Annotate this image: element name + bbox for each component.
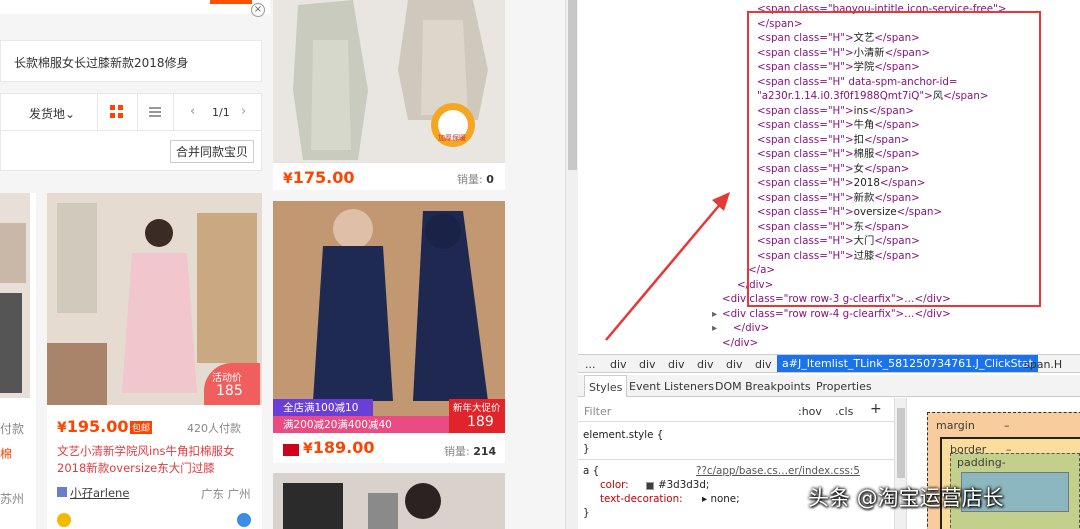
dom-node-span-h[interactable]: <span class="H">扣</span>	[757, 133, 909, 148]
dom-node-span-h[interactable]: <span class="H" data-spm-anchor-id=	[757, 75, 958, 90]
page-number: 1/1	[212, 106, 230, 119]
dom-node-span-h[interactable]: <span class="H">女</span>	[757, 162, 909, 177]
dom-node-close-div[interactable]: </div>	[722, 336, 758, 351]
prop-color[interactable]: color:	[600, 478, 629, 493]
product-card[interactable]: 活动价 185 ¥195.00 包邮 420人付款 文艺小清新学院风ins牛角扣…	[47, 193, 262, 529]
breadcrumb-active[interactable]: a#J_Itemlist_TLink_581250734761.J_ClickS…	[777, 355, 1038, 372]
newyear-price-badge: 新年大促价 189	[449, 399, 505, 433]
prev-page-icon[interactable]: ‹	[190, 104, 195, 119]
search-bar-strip	[0, 0, 270, 14]
product-image[interactable]: 加厚保暖	[273, 0, 505, 163]
element-style-rule[interactable]: element.style {	[583, 428, 663, 443]
promo-banner-2: 满200减20满400减40	[273, 416, 449, 433]
breadcrumb-item[interactable]: div	[726, 358, 743, 371]
product-image[interactable]: 全店满100减10 满200减20满400减40 新年大促价 189	[273, 201, 505, 433]
list-view-icon[interactable]	[149, 107, 161, 117]
shop-name[interactable]: 小孖arlene	[70, 485, 129, 501]
promo-banner-1: 全店满100减10	[273, 399, 373, 416]
page-scrollbar[interactable]	[565, 0, 578, 529]
dom-node-span-h[interactable]: <span class="H">新款</span>	[757, 191, 920, 206]
breadcrumb-item[interactable]: div	[639, 358, 656, 371]
merge-same-button[interactable]: 合并同款宝贝	[170, 140, 255, 163]
cls-toggle[interactable]: .cls	[835, 405, 853, 418]
tmall-icon	[283, 444, 299, 456]
dom-node-span-h[interactable]: <span class="H">oversize</span>	[757, 205, 942, 220]
warm-badge: 加厚保暖	[438, 134, 466, 142]
expand-toggle-icon[interactable]: ▸	[712, 307, 717, 322]
dom-node-row3[interactable]: <div class="row row-3 g-clearfix">…</div…	[722, 292, 951, 307]
product-title[interactable]: 文艺小清新学院风ins牛角扣棉服女2018新款oversize东大门过膝	[57, 443, 257, 477]
free-shipping-tag: 包邮	[130, 421, 153, 434]
close-icon[interactable]: ×	[251, 3, 265, 17]
styles-tabs: Styles Event Listeners DOM Breakpoints P…	[578, 375, 1080, 397]
origin-filter[interactable]: 发货地⌄	[29, 105, 75, 122]
dom-node-close-div[interactable]: </div>	[737, 278, 773, 293]
dom-node-span-h[interactable]: "a230r.1.14.i0.3f0f1988Qmt7iQ">风</span>	[757, 89, 989, 104]
merge-row: 合并同款宝贝	[0, 131, 262, 171]
tab-dom-breakpoints[interactable]: DOM Breakpoints	[715, 380, 811, 393]
dom-node-span-h[interactable]: <span class="H">牛角</span>	[757, 118, 920, 133]
wangwang-icon[interactable]	[237, 513, 251, 527]
sales-count: 销量: 214	[444, 445, 497, 458]
medal-icon	[57, 513, 71, 527]
dom-node-row4[interactable]: <div class="row row-4 g-clearfix">…</div…	[722, 307, 951, 322]
search-query[interactable]: 长款棉服女长过膝新款2018修身	[0, 40, 262, 82]
next-page-icon[interactable]: ›	[241, 104, 246, 119]
dom-node-span-h[interactable]: <span class="H">小清新</span>	[757, 46, 930, 61]
color-swatch[interactable]	[646, 482, 654, 490]
breadcrumb-item[interactable]: div	[697, 358, 714, 371]
promo-badge: 活动价 185	[204, 363, 260, 405]
product-price: ¥189.00	[303, 438, 375, 457]
breadcrumb-item[interactable]: div	[668, 358, 685, 371]
dom-node-span-h[interactable]: <span class="H">过膝</span>	[757, 249, 920, 264]
filter-bar: 发货地⌄ ‹ 1/1 ›	[0, 93, 262, 131]
add-rule-icon[interactable]: +	[870, 401, 882, 417]
filter-input[interactable]: Filter	[584, 405, 611, 418]
rule-selector[interactable]: a {	[583, 464, 599, 479]
breadcrumb-item[interactable]: span.H	[1024, 358, 1062, 371]
product-card[interactable]: 全店满100减10 满200减20满400减40 新年大促价 189 ¥189.…	[273, 201, 505, 463]
product-image[interactable]	[0, 193, 30, 398]
tab-properties[interactable]: Properties	[816, 380, 872, 393]
search-button[interactable]	[210, 0, 252, 4]
filter-row: Filter :hov .cls +	[578, 398, 894, 422]
val-decoration[interactable]: ▸ none;	[702, 492, 740, 507]
dom-node-span-h[interactable]: <span class="H">文艺</span>	[757, 31, 920, 46]
product-image[interactable]	[273, 473, 505, 529]
val-color[interactable]: #3d3d3d;	[658, 478, 709, 493]
dom-node-service[interactable]: <span class="baoyou-intitle icon-service…	[757, 2, 1006, 17]
taobao-page: × 长款棉服女长过膝新款2018修身 发货地⌄ ‹ 1/1 › 合并同款宝贝 加…	[0, 0, 565, 529]
prop-decoration[interactable]: text-decoration:	[600, 492, 683, 507]
product-price: ¥175.00	[283, 168, 355, 187]
dom-node-span-h[interactable]: <span class="H">学院</span>	[757, 60, 920, 75]
dom-node-close-div[interactable]: </div>	[733, 321, 769, 336]
dom-node-close-a[interactable]: </a>	[748, 263, 775, 278]
breadcrumb-item[interactable]: div	[610, 358, 627, 371]
tab-event-listeners[interactable]: Event Listeners	[629, 380, 714, 393]
grid-view-icon[interactable]	[99, 94, 137, 130]
sales-count: 销量: 0	[457, 173, 494, 186]
shop-location: 广东 广州	[201, 487, 251, 501]
product-card-partial[interactable]: 付款 棉 苏州	[0, 193, 36, 529]
dom-node-span-h[interactable]: <span class="H">大门</span>	[757, 234, 920, 249]
hov-toggle[interactable]: :hov	[798, 405, 822, 418]
dom-node-span-h[interactable]: <span class="H">2018</span>	[757, 176, 925, 191]
shop-icon	[57, 487, 67, 497]
buyer-count: 420人付款	[187, 422, 241, 435]
dom-node-span-h[interactable]: <span class="H">东</span>	[757, 220, 909, 235]
product-card[interactable]: 加厚保暖 ¥175.00 销量: 0	[273, 0, 505, 190]
rule-source-link[interactable]: ??c/app/base.cs…er/index.css:5	[696, 464, 860, 479]
dom-node-span-h[interactable]: <span class="H">棉服</span>	[757, 147, 920, 162]
product-image[interactable]: 活动价 185	[47, 193, 262, 405]
product-card-partial[interactable]	[273, 473, 505, 529]
breadcrumb-item[interactable]: div	[755, 358, 772, 371]
dom-node-close[interactable]: </span>	[757, 17, 802, 32]
expand-toggle-icon[interactable]: ▸	[712, 321, 717, 336]
dom-breadcrumb: ... div div div div div div a#J_Itemlist…	[578, 354, 1080, 373]
dom-node-span-h[interactable]: <span class="H">ins</span>	[757, 104, 914, 119]
breadcrumb-item[interactable]: ...	[585, 358, 596, 371]
product-price: ¥195.00	[57, 417, 129, 436]
watermark: 头条 @淘宝运营店长	[808, 486, 1004, 510]
tab-styles[interactable]: Styles	[584, 375, 628, 397]
